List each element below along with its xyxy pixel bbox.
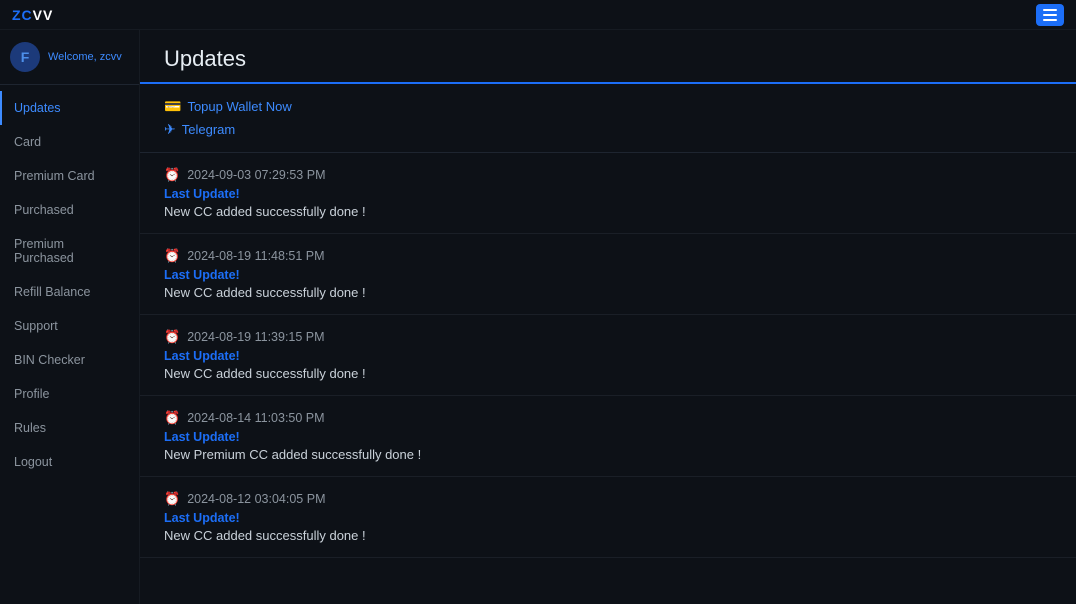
sidebar-username: zcvv [100, 51, 122, 63]
update-message: New CC added successfully done ! [164, 528, 1052, 543]
sidebar-item-premium-purchased[interactable]: Premium Purchased [0, 227, 139, 275]
clock-icon: ⏰ [164, 410, 180, 426]
sidebar-user-section: F Welcome, zcvv [0, 30, 139, 85]
update-meta: ⏰ 2024-08-19 11:39:15 PM [164, 329, 1052, 345]
update-label: Last Update! [164, 511, 1052, 525]
clock-icon: ⏰ [164, 329, 180, 345]
links-section: 💳 Topup Wallet Now ✈ Telegram [140, 84, 1076, 153]
sidebar-item-refill-balance[interactable]: Refill Balance [0, 275, 139, 309]
topup-icon: 💳 [164, 98, 181, 115]
clock-icon: ⏰ [164, 167, 180, 183]
main-content: Updates 💳 Topup Wallet Now ✈ Telegram ⏰ … [140, 30, 1076, 604]
sidebar-nav: Updates Card Premium Card Purchased Prem… [0, 85, 139, 485]
update-date: 2024-08-12 03:04:05 PM [187, 492, 325, 506]
topup-wallet-link[interactable]: 💳 Topup Wallet Now [164, 98, 1052, 115]
menu-bar-2 [1043, 14, 1057, 16]
update-message: New CC added successfully done ! [164, 285, 1052, 300]
update-meta: ⏰ 2024-09-03 07:29:53 PM [164, 167, 1052, 183]
sidebar-item-premium-card[interactable]: Premium Card [0, 159, 139, 193]
update-date: 2024-08-14 11:03:50 PM [187, 411, 324, 425]
telegram-label: Telegram [182, 122, 235, 137]
update-label: Last Update! [164, 349, 1052, 363]
updates-list: ⏰ 2024-09-03 07:29:53 PM Last Update! Ne… [140, 153, 1076, 558]
sidebar-item-support[interactable]: Support [0, 309, 139, 343]
update-meta: ⏰ 2024-08-14 11:03:50 PM [164, 410, 1052, 426]
update-item: ⏰ 2024-09-03 07:29:53 PM Last Update! Ne… [140, 153, 1076, 234]
clock-icon: ⏰ [164, 491, 180, 507]
update-item: ⏰ 2024-08-19 11:39:15 PM Last Update! Ne… [140, 315, 1076, 396]
logo-text: ZC [12, 7, 33, 23]
update-item: ⏰ 2024-08-14 11:03:50 PM Last Update! Ne… [140, 396, 1076, 477]
sidebar-item-card[interactable]: Card [0, 125, 139, 159]
menu-bar-1 [1043, 9, 1057, 11]
hamburger-menu-button[interactable] [1036, 4, 1064, 26]
top-navbar: ZCVV [0, 0, 1076, 30]
sidebar-item-updates[interactable]: Updates [0, 91, 139, 125]
sidebar: F Welcome, zcvv Updates Card Premium Car… [0, 30, 140, 604]
update-meta: ⏰ 2024-08-19 11:48:51 PM [164, 248, 1052, 264]
update-label: Last Update! [164, 268, 1052, 282]
sidebar-item-logout[interactable]: Logout [0, 445, 139, 479]
update-item: ⏰ 2024-08-19 11:48:51 PM Last Update! Ne… [140, 234, 1076, 315]
topup-label: Topup Wallet Now [187, 99, 291, 114]
avatar: F [10, 42, 40, 72]
logo: ZCVV [12, 7, 53, 23]
clock-icon: ⏰ [164, 248, 180, 264]
update-meta: ⏰ 2024-08-12 03:04:05 PM [164, 491, 1052, 507]
page-header: Updates [140, 30, 1076, 84]
page-title: Updates [164, 46, 1052, 72]
update-date: 2024-08-19 11:39:15 PM [187, 330, 324, 344]
update-date: 2024-08-19 11:48:51 PM [187, 249, 324, 263]
menu-bar-3 [1043, 19, 1057, 21]
sidebar-item-profile[interactable]: Profile [0, 377, 139, 411]
telegram-link[interactable]: ✈ Telegram [164, 121, 1052, 138]
update-date: 2024-09-03 07:29:53 PM [187, 168, 325, 182]
telegram-icon: ✈ [164, 121, 176, 138]
update-label: Last Update! [164, 430, 1052, 444]
welcome-text: Welcome, zcvv [48, 51, 122, 63]
update-message: New CC added successfully done ! [164, 366, 1052, 381]
update-label: Last Update! [164, 187, 1052, 201]
update-message: New Premium CC added successfully done ! [164, 447, 1052, 462]
sidebar-item-bin-checker[interactable]: BIN Checker [0, 343, 139, 377]
main-layout: F Welcome, zcvv Updates Card Premium Car… [0, 30, 1076, 604]
update-message: New CC added successfully done ! [164, 204, 1052, 219]
sidebar-item-rules[interactable]: Rules [0, 411, 139, 445]
update-item: ⏰ 2024-08-12 03:04:05 PM Last Update! Ne… [140, 477, 1076, 558]
sidebar-item-purchased[interactable]: Purchased [0, 193, 139, 227]
